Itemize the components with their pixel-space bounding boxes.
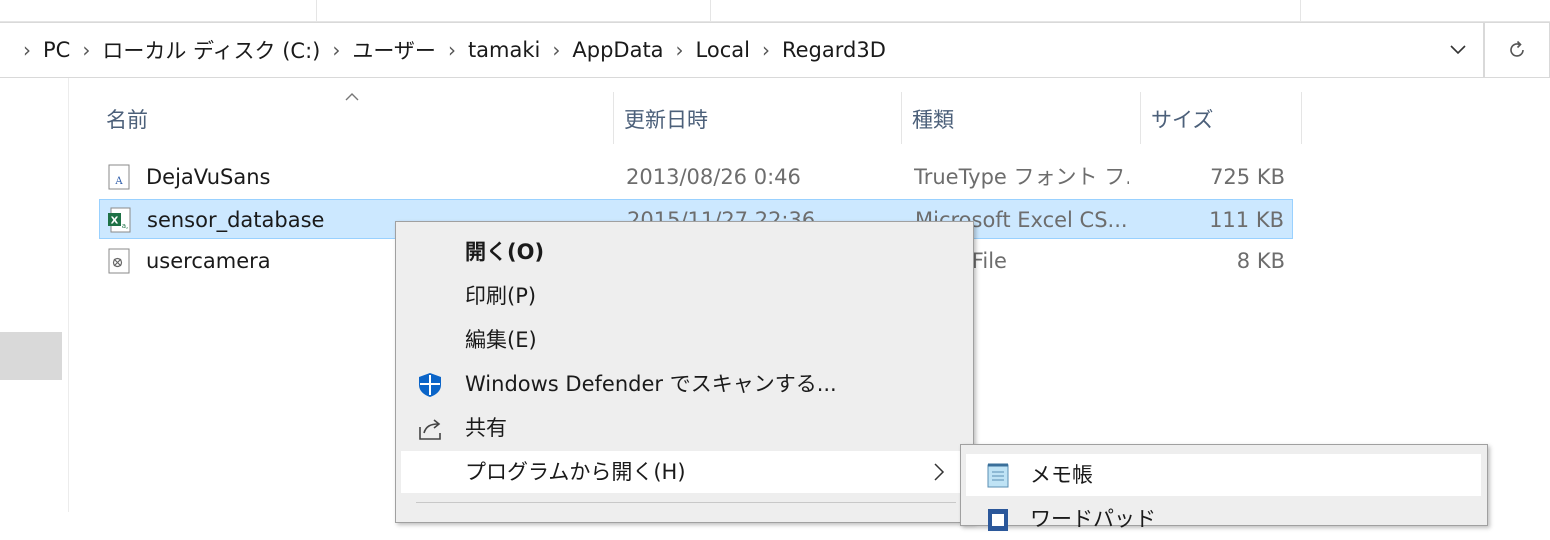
column-header-type[interactable]: 種類 — [902, 92, 1140, 144]
submenu-item-wordpad[interactable]: ワードパッド — [966, 498, 1481, 540]
refresh-button[interactable] — [1484, 22, 1550, 78]
breadcrumb-item[interactable]: AppData — [571, 38, 664, 62]
file-size: 8 KB — [1236, 249, 1285, 273]
file-size: 725 KB — [1210, 165, 1285, 189]
chevron-right-icon[interactable]: › — [71, 38, 101, 62]
submenu-item-notepad[interactable]: メモ帳 — [966, 454, 1481, 496]
file-name: sensor_database — [147, 208, 325, 232]
breadcrumb-item[interactable]: ユーザー — [351, 35, 437, 65]
menu-item-edit[interactable]: 編集(E) — [401, 319, 967, 361]
column-header-date-label: 更新日時 — [624, 108, 708, 132]
file-name: usercamera — [146, 249, 271, 273]
column-header-name-label: 名前 — [106, 108, 148, 132]
wordpad-icon — [988, 509, 1008, 531]
chevron-right-icon[interactable]: › — [321, 38, 351, 62]
chevron-right-icon[interactable]: › — [541, 38, 571, 62]
chevron-right-icon[interactable]: › — [437, 38, 467, 62]
menu-separator — [416, 502, 956, 503]
excel-csv-icon: X a, — [108, 207, 131, 233]
menu-item-share[interactable]: 共有 — [401, 407, 967, 449]
breadcrumb-item[interactable]: Local — [695, 38, 751, 62]
address-bar[interactable]: › PC › ローカル ディスク (C:) › ユーザー › tamaki › … — [0, 22, 1484, 78]
navigation-pane[interactable] — [0, 78, 69, 512]
svg-text:A: A — [114, 176, 123, 187]
menu-item-open[interactable]: 開く(O) — [401, 231, 967, 273]
context-menu: 開く(O) 印刷(P) 編集(E) Windows Defender でスキャン… — [395, 221, 974, 523]
file-date: 2013/08/26 0:46 — [626, 165, 801, 189]
svg-text:X: X — [111, 216, 119, 227]
column-header-date[interactable]: 更新日時 — [614, 92, 902, 144]
column-header-size[interactable]: サイズ — [1141, 92, 1301, 144]
breadcrumb-item[interactable]: Regard3D — [781, 38, 887, 62]
breadcrumb-item[interactable]: tamaki — [467, 38, 541, 62]
share-icon — [419, 419, 441, 440]
menu-item-print[interactable]: 印刷(P) — [401, 275, 967, 317]
file-type: TrueType フォント フ... — [914, 165, 1129, 189]
column-header-type-label: 種類 — [912, 108, 954, 132]
chevron-right-icon[interactable]: › — [12, 38, 42, 62]
menu-item-label: 印刷(P) — [465, 284, 537, 308]
menu-item-label: 編集(E) — [465, 328, 537, 352]
nav-selected-item[interactable] — [0, 332, 62, 380]
font-file-icon: A — [108, 164, 130, 190]
open-with-submenu: メモ帳 ワードパッド — [960, 444, 1488, 531]
toolbar-strip — [0, 0, 1550, 22]
menu-item-label: プログラムから開く(H) — [465, 460, 686, 484]
file-size: 111 KB — [1209, 208, 1284, 232]
menu-item-label: Windows Defender でスキャンする... — [465, 372, 837, 396]
menu-item-defender-scan[interactable]: Windows Defender でスキャンする... — [401, 363, 967, 405]
chevron-right-icon[interactable]: › — [665, 38, 695, 62]
submenu-item-label: ワードパッド — [1030, 507, 1156, 531]
column-header-size-label: サイズ — [1151, 108, 1214, 132]
notepad-icon — [987, 463, 1009, 488]
refresh-icon — [1510, 40, 1524, 57]
file-row[interactable]: A DejaVuSans 2013/08/26 0:46 TrueType フォ… — [99, 157, 1293, 197]
shield-icon — [419, 373, 441, 397]
breadcrumb: › PC › ローカル ディスク (C:) › ユーザー › tamaki › … — [12, 23, 887, 77]
data-file-icon — [108, 248, 130, 274]
file-name: DejaVuSans — [146, 165, 271, 189]
breadcrumb-item[interactable]: PC — [42, 38, 71, 62]
column-headers: 名前 更新日時 種類 サイズ — [96, 92, 1306, 144]
breadcrumb-item[interactable]: ローカル ディスク (C:) — [101, 35, 321, 65]
submenu-item-label: メモ帳 — [1030, 463, 1093, 487]
menu-item-label: 共有 — [465, 416, 507, 440]
chevron-down-icon[interactable] — [1443, 35, 1473, 65]
menu-item-open-with[interactable]: プログラムから開く(H) — [401, 451, 967, 493]
sort-ascending-icon — [345, 93, 359, 101]
chevron-right-icon[interactable]: › — [751, 38, 781, 62]
svg-text:a,: a, — [122, 222, 129, 230]
menu-item-label: 開く(O) — [465, 240, 545, 264]
chevron-right-icon — [933, 451, 945, 496]
